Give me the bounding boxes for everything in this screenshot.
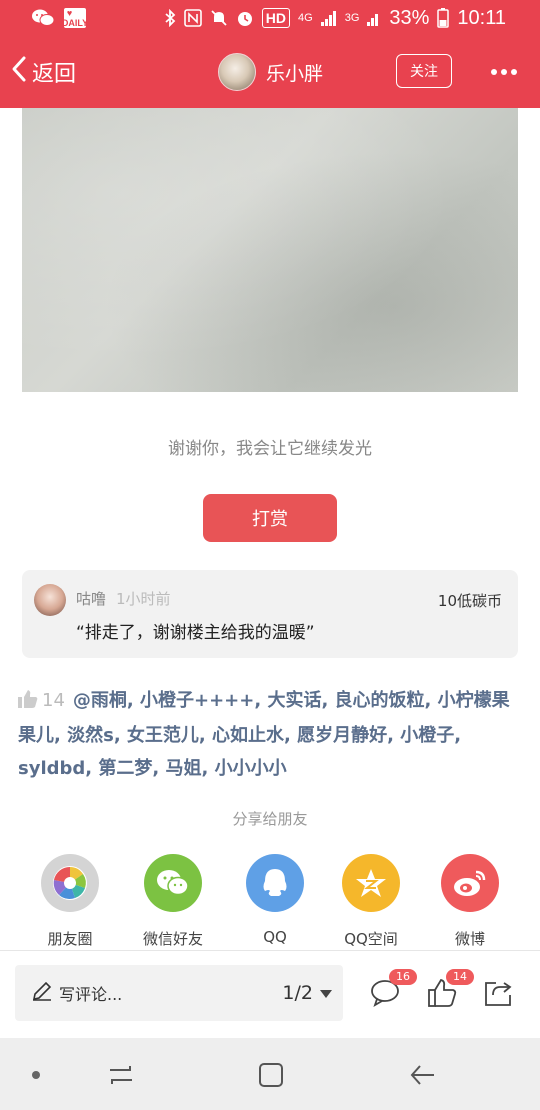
share-qzone[interactable]: QQ空间 [326,854,416,949]
share-qzone-label: QQ空间 [344,930,398,948]
share-qq[interactable]: QQ [230,854,320,946]
author-name[interactable]: 乐小胖 [266,59,323,86]
post-photo[interactable] [22,108,518,392]
reward-amount: 10低碳币 [437,592,502,610]
alarm-icon [236,9,254,27]
share-weibo[interactable]: 微博 [425,854,515,949]
more-options-button[interactable] [488,56,520,88]
share-weibo-label: 微博 [454,930,485,948]
app-notification-icon: I ♥ DAILY [61,8,89,28]
chevron-left-icon [10,55,28,89]
commenter-avatar[interactable] [34,584,66,616]
reward-comment-card: 咕噜 1小时前 10低碳币 “排走了，谢谢楼主给我的温暖” [22,570,518,658]
share-wechat-label: 微信好友 [142,930,203,948]
4g-label: 4G [298,12,313,24]
share-qq-label: QQ [263,928,287,946]
comment-input[interactable]: 写评论... 1/2 [15,965,343,1021]
qzone-icon [342,854,400,912]
pencil-icon [31,980,53,1006]
qq-icon [246,854,304,912]
page-indicator[interactable]: 1/2 [282,982,313,1004]
share-icon [485,982,512,1006]
clock: 10:11 [457,6,506,29]
liked-users[interactable]: @雨桐, 小橙子++++, 大实话, 良心的饭粒, 小柠檬果果儿, 淡然s, 女… [18,690,510,779]
wechat-icon [144,854,202,912]
comments-button[interactable]: 16 [369,969,417,1011]
home-button[interactable] [256,1060,286,1090]
author-info[interactable]: 乐小胖 [218,36,323,108]
battery-percent: 33% [389,6,430,29]
share-button[interactable] [482,977,516,1011]
battery-icon [437,8,450,28]
mute-icon [210,9,228,27]
signal-icon-2 [367,10,381,26]
back-label: 返回 [32,62,77,87]
nfc-icon [183,9,202,27]
bottom-action-bar: 写评论... 1/2 16 14 [0,950,540,1039]
home-icon [259,1063,283,1087]
more-dots-icon [491,69,517,75]
system-nav-bar [0,1038,540,1110]
weibo-icon [441,854,499,912]
reward-button[interactable]: 打赏 [203,494,337,542]
comment-time: 1小时前 [116,590,171,608]
dot-icon [32,1071,40,1079]
like-count-badge: 14 [446,969,474,985]
share-moments-label: 朋友圈 [47,930,93,948]
back-arrow-icon [410,1065,434,1085]
author-avatar[interactable] [218,53,256,91]
like-button[interactable]: 14 [426,969,474,1011]
share-wechat[interactable]: 微信好友 [128,854,218,949]
top-navbar: 返回 乐小胖 关注 [0,36,540,108]
signal-icon [320,10,337,26]
share-moments[interactable]: 朋友圈 [25,854,115,949]
share-title: 分享给朋友 [232,810,308,828]
share-row: 朋友圈 微信好友 QQ QQ空间 微博 [0,854,540,954]
likes-count: 14 [42,690,65,711]
follow-button[interactable]: 关注 [396,54,452,88]
comment-placeholder: 写评论... [59,985,123,1004]
hd-voice-badge: HD [261,8,291,28]
moments-icon [41,854,99,912]
caret-down-icon[interactable] [319,984,333,1003]
wechat-notification-icon [32,9,54,27]
nav-dot-button[interactable] [22,1060,52,1090]
3g-label: 3G [344,12,360,24]
thumb-up-icon [18,686,38,719]
commenter-name[interactable]: 咕噜 [76,588,106,609]
recent-apps-button[interactable] [106,1060,136,1090]
comment-count-badge: 16 [389,969,417,985]
bluetooth-icon [164,9,176,27]
reward-prompt-text: 谢谢你，我会让它继续发光 [168,439,372,459]
likes-list: 14 @雨桐, 小橙子++++, 大实话, 良心的饭粒, 小柠檬果果儿, 淡然s,… [18,684,524,785]
system-back-button[interactable] [408,1060,438,1090]
status-bar: I ♥ DAILY HD 4G 3G 33% 10:11 [0,0,540,36]
back-button[interactable]: 返回 [10,36,76,108]
reward-comment-text: “排走了，谢谢楼主给我的温暖” [76,623,315,643]
recent-apps-icon [110,1066,132,1084]
